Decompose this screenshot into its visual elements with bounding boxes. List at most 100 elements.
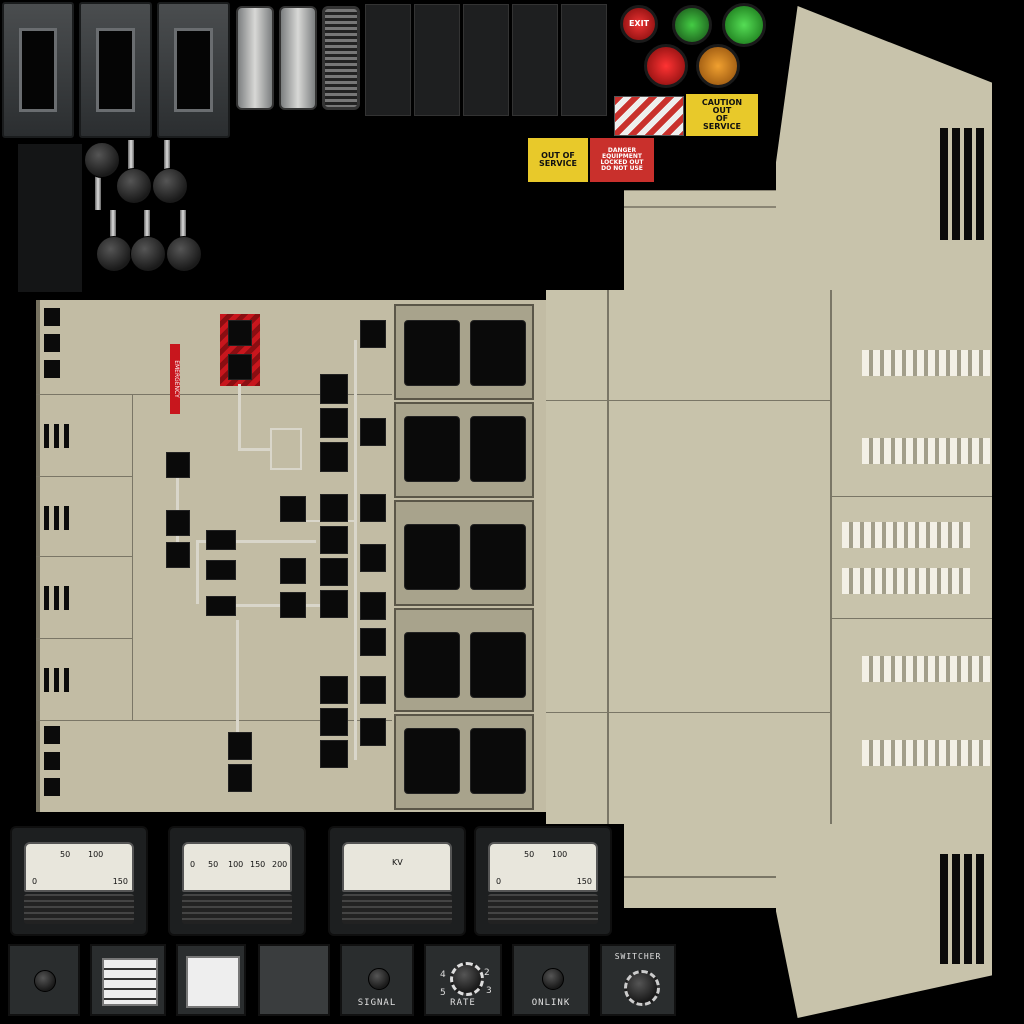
louvre-3 bbox=[842, 522, 970, 548]
breaker-d1[interactable] bbox=[320, 374, 348, 404]
exit-label: EXIT bbox=[628, 19, 650, 28]
mini-meter bbox=[186, 956, 240, 1008]
online-knob[interactable] bbox=[542, 968, 564, 990]
breaker-f2[interactable] bbox=[228, 764, 252, 792]
breaker-b3[interactable] bbox=[206, 596, 236, 616]
breaker-d10[interactable] bbox=[320, 740, 348, 768]
emergency-button-2[interactable] bbox=[228, 354, 252, 380]
rate-num-2: 2 bbox=[484, 968, 490, 978]
breaker-a3[interactable] bbox=[166, 542, 190, 568]
knob-4[interactable] bbox=[96, 236, 132, 272]
louvre-6 bbox=[862, 740, 990, 766]
bay-4-left[interactable] bbox=[404, 632, 460, 698]
breaker-b2[interactable] bbox=[206, 560, 236, 580]
breaker-d5[interactable] bbox=[320, 526, 348, 554]
plate-1 bbox=[365, 4, 411, 116]
counter-display bbox=[102, 958, 158, 1006]
online-cell: ONLINK bbox=[512, 944, 590, 1016]
breaker-e7[interactable] bbox=[360, 676, 386, 704]
breaker-c1[interactable] bbox=[280, 496, 306, 522]
side-block bbox=[18, 144, 82, 292]
louvre-2 bbox=[862, 438, 990, 464]
blank-cell bbox=[258, 944, 330, 1016]
breaker-d9[interactable] bbox=[320, 708, 348, 736]
breaker-d7[interactable] bbox=[320, 590, 348, 618]
knob-6[interactable] bbox=[166, 236, 202, 272]
lockout-tag bbox=[614, 96, 684, 136]
breaker-d6[interactable] bbox=[320, 558, 348, 586]
gauge-3: KV bbox=[328, 826, 466, 936]
junction-box bbox=[270, 428, 302, 470]
gauge-4: 0 50 100 150 bbox=[474, 826, 612, 936]
bay-3-left[interactable] bbox=[404, 524, 460, 590]
bay-2-right[interactable] bbox=[470, 416, 526, 482]
left-slots-4 bbox=[44, 586, 70, 610]
breaker-f1[interactable] bbox=[228, 732, 252, 760]
bay-4-right[interactable] bbox=[470, 632, 526, 698]
rate-num-4: 4 bbox=[440, 970, 446, 980]
panel-cutout-2 bbox=[79, 2, 152, 138]
bay-1-left[interactable] bbox=[404, 320, 460, 386]
knob-3[interactable] bbox=[152, 168, 188, 204]
out-of-service-tag: OUT OF SERVICE bbox=[528, 138, 588, 182]
switcher-cell: SWITCHER bbox=[600, 944, 676, 1016]
breaker-e8[interactable] bbox=[360, 718, 386, 746]
knob-5[interactable] bbox=[130, 236, 166, 272]
louvre-1 bbox=[862, 350, 990, 376]
breaker-e5[interactable] bbox=[360, 592, 386, 620]
rate-num-3: 3 bbox=[486, 986, 492, 996]
panel-cutout-3 bbox=[157, 2, 230, 138]
plate-4 bbox=[512, 4, 558, 116]
emergency-button-1[interactable] bbox=[228, 320, 252, 346]
signal-label: SIGNAL bbox=[357, 998, 397, 1008]
scale-strip-2 bbox=[279, 6, 317, 110]
orange-light bbox=[696, 44, 740, 88]
louvre-4 bbox=[842, 568, 970, 594]
breaker-c2[interactable] bbox=[280, 558, 306, 584]
breaker-c3[interactable] bbox=[280, 592, 306, 618]
bay-5-left[interactable] bbox=[404, 728, 460, 794]
breaker-d3[interactable] bbox=[320, 442, 348, 472]
switcher-label: SWITCHER bbox=[614, 952, 662, 961]
green-light bbox=[722, 3, 766, 47]
breaker-e2[interactable] bbox=[360, 418, 386, 446]
scale-strip-1 bbox=[236, 6, 274, 110]
bay-3-right[interactable] bbox=[470, 524, 526, 590]
breaker-d2[interactable] bbox=[320, 408, 348, 438]
breaker-a2[interactable] bbox=[166, 510, 190, 536]
danger-tag: DANGER EQUIPMENT LOCKED OUT DO NOT USE bbox=[590, 138, 654, 182]
danger-line3: DO NOT USE bbox=[601, 165, 643, 172]
breaker-e4[interactable] bbox=[360, 544, 386, 572]
panel-cutout-1 bbox=[2, 2, 74, 138]
gauge-2: 0 50 100 150 200 bbox=[168, 826, 306, 936]
breaker-e6[interactable] bbox=[360, 628, 386, 656]
rate-dial[interactable] bbox=[450, 962, 484, 996]
signal-cell: SIGNAL bbox=[340, 944, 414, 1016]
exit-light: EXIT bbox=[620, 5, 658, 43]
signal-knob[interactable] bbox=[368, 968, 390, 990]
breaker-b1[interactable] bbox=[206, 530, 236, 550]
bay-5-right[interactable] bbox=[470, 728, 526, 794]
breaker-e3[interactable] bbox=[360, 494, 386, 522]
plate-2 bbox=[414, 4, 460, 116]
socket-knob[interactable] bbox=[34, 970, 56, 992]
rate-num-5: 5 bbox=[440, 988, 446, 998]
breaker-d8[interactable] bbox=[320, 676, 348, 704]
bay-1-right[interactable] bbox=[470, 320, 526, 386]
knob-2[interactable] bbox=[116, 168, 152, 204]
plate-3 bbox=[463, 4, 509, 116]
plate-5 bbox=[561, 4, 607, 116]
breaker-a1[interactable] bbox=[166, 452, 190, 478]
left-slots-2 bbox=[44, 424, 70, 448]
red-light bbox=[644, 44, 688, 88]
switcher-dial[interactable] bbox=[624, 970, 660, 1006]
green-check-light bbox=[672, 5, 712, 45]
knob-1[interactable] bbox=[84, 142, 120, 178]
breaker-d4[interactable] bbox=[320, 494, 348, 522]
left-slots-5 bbox=[44, 668, 70, 692]
bay-2-left[interactable] bbox=[404, 416, 460, 482]
lower-vent bbox=[940, 854, 988, 964]
left-slots-1 bbox=[44, 308, 60, 386]
caution-line3: SERVICE bbox=[703, 122, 741, 131]
breaker-e1[interactable] bbox=[360, 320, 386, 348]
